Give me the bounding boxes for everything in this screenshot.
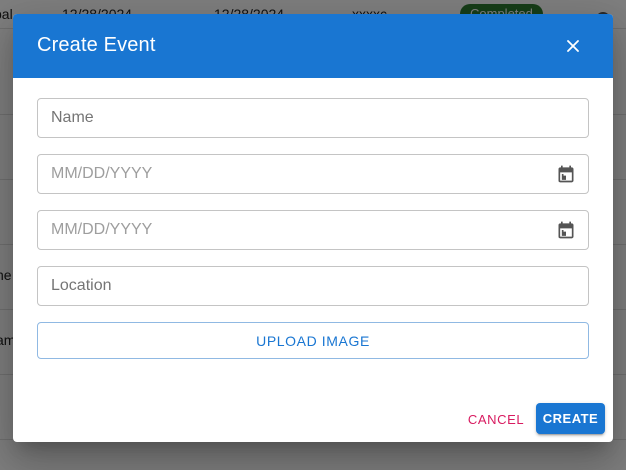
location-input[interactable] xyxy=(51,267,531,305)
dialog-header: Create Event xyxy=(13,14,613,78)
end-date-input[interactable] xyxy=(51,211,531,249)
name-field[interactable] xyxy=(37,98,589,138)
end-date-field[interactable] xyxy=(37,210,589,250)
close-icon xyxy=(567,40,579,52)
upload-image-button[interactable]: UPLOAD IMAGE xyxy=(37,322,589,359)
start-date-field[interactable] xyxy=(37,154,589,194)
close-button[interactable] xyxy=(559,32,587,60)
start-date-input[interactable] xyxy=(51,155,531,193)
create-button[interactable]: CREATE xyxy=(536,403,605,434)
calendar-icon[interactable] xyxy=(556,220,576,240)
create-event-dialog: Create Event UPLOAD IMAGE CANCEL CREATE xyxy=(13,14,613,442)
calendar-icon[interactable] xyxy=(556,164,576,184)
name-input[interactable] xyxy=(51,99,531,137)
cancel-button[interactable]: CANCEL xyxy=(461,404,531,434)
location-field[interactable] xyxy=(37,266,589,306)
dialog-title: Create Event xyxy=(37,34,156,56)
